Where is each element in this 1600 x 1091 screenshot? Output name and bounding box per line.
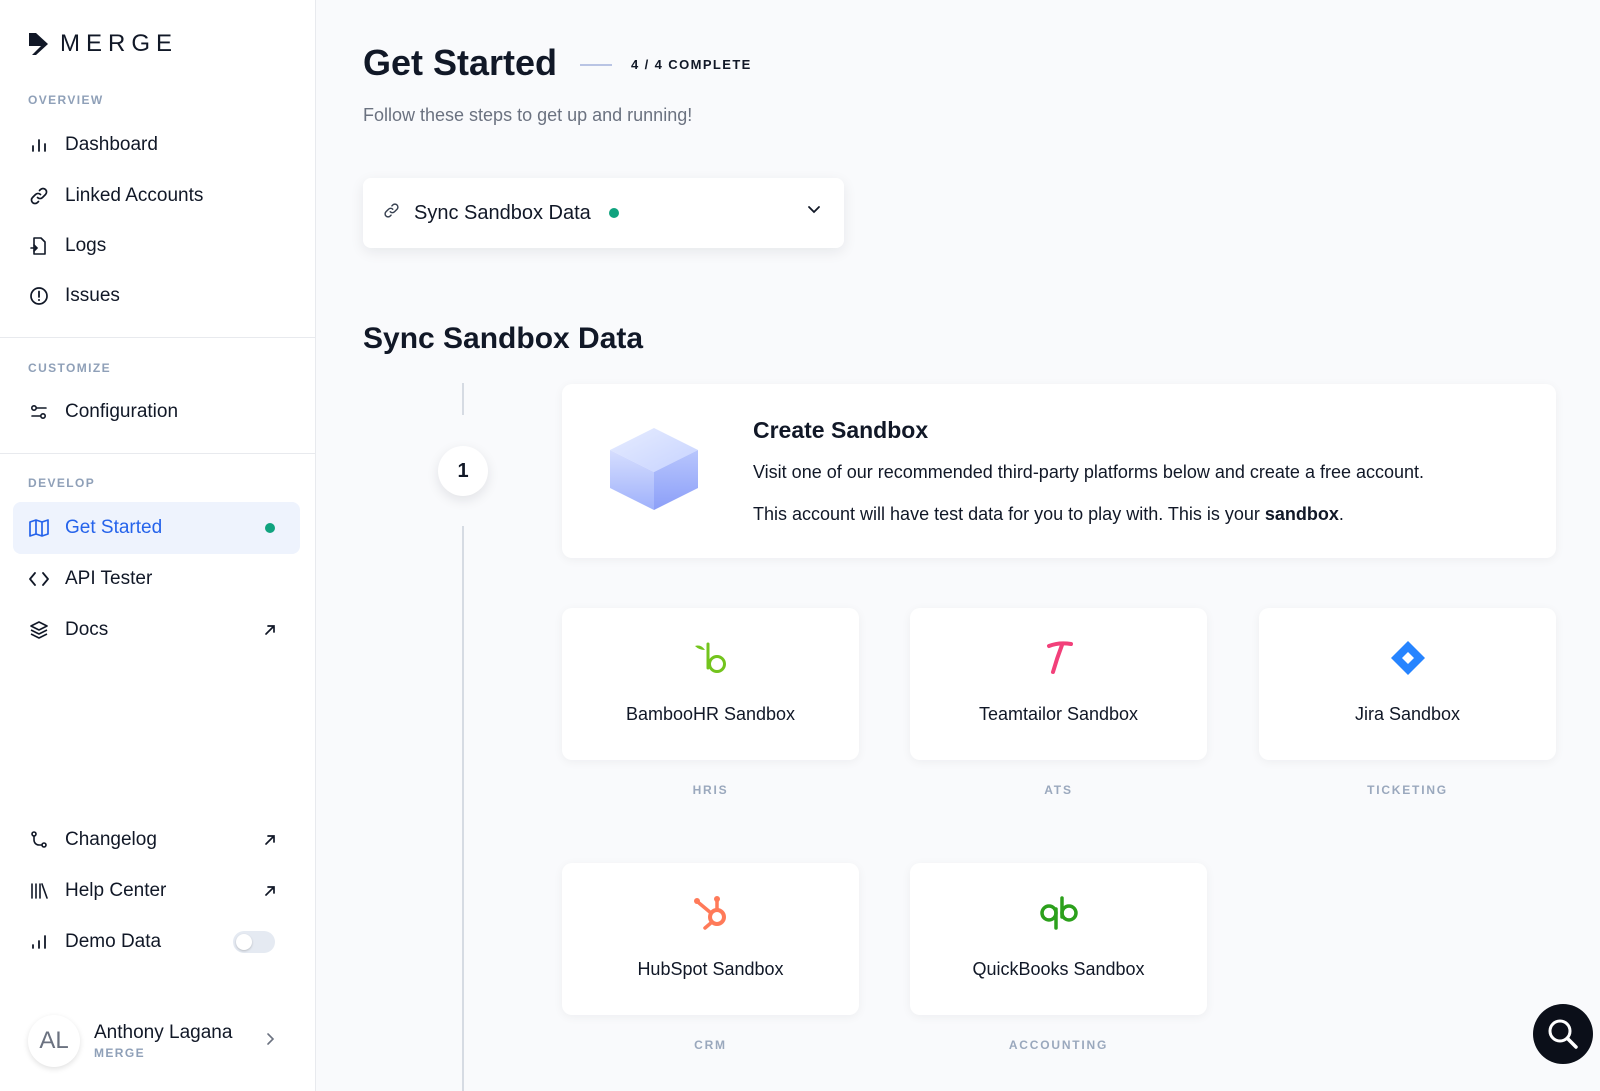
- sandbox-name: Teamtailor Sandbox: [978, 704, 1139, 724]
- library-icon: [28, 880, 50, 902]
- sandbox-name: BambooHR Sandbox: [625, 704, 796, 724]
- create-sandbox-title: Create Sandbox: [753, 417, 929, 443]
- sidebar-item-label: Demo Data: [65, 931, 162, 952]
- sidebar-item-label: Logs: [65, 235, 107, 256]
- section-label-overview: OVERVIEW: [28, 93, 104, 107]
- sidebar-item-docs[interactable]: Docs: [13, 604, 300, 656]
- chevron-right-icon: [264, 1031, 276, 1052]
- user-org: MERGE: [94, 1046, 146, 1060]
- sandbox-category: CRM: [694, 1038, 727, 1052]
- page-title: Get Started: [363, 42, 558, 83]
- sidebar-item-label: Docs: [65, 619, 109, 640]
- create-sandbox-card: Create Sandbox Visit one of our recommen…: [562, 384, 1556, 558]
- page-subtitle: Follow these steps to get up and running…: [363, 105, 693, 125]
- layers-icon: [28, 619, 50, 641]
- sidebar-item-configuration[interactable]: Configuration: [13, 386, 300, 438]
- sidebar-item-label: Changelog: [65, 829, 157, 850]
- sidebar-item-label: Dashboard: [65, 134, 158, 155]
- sandbox-card-jira[interactable]: Jira Sandbox: [1259, 608, 1556, 760]
- user-profile[interactable]: AL Anthony Lagana MERGE: [28, 1014, 288, 1068]
- external-link-icon: [260, 881, 280, 901]
- search-help-button[interactable]: [1533, 1004, 1593, 1064]
- bamboohr-logo-icon: [694, 642, 726, 673]
- quickbooks-logo-icon: [1039, 896, 1078, 930]
- sidebar-item-get-started[interactable]: Get Started: [13, 502, 300, 554]
- sandbox-category: ATS: [1044, 783, 1073, 797]
- search-icon: [1548, 1019, 1578, 1049]
- timeline-line: [462, 383, 464, 415]
- code-icon: [28, 568, 50, 590]
- external-link-icon: [260, 830, 280, 850]
- chevron-down-icon: [806, 203, 822, 221]
- sandbox-category: ACCOUNTING: [1008, 1038, 1109, 1052]
- sliders-icon: [28, 401, 50, 423]
- section-title: Sync Sandbox Data: [363, 322, 644, 355]
- teamtailor-logo-icon: [1046, 641, 1073, 674]
- sidebar-item-label: Configuration: [65, 401, 179, 422]
- bar-chart-icon: [28, 931, 50, 953]
- logs-icon: [28, 235, 50, 257]
- sidebar-item-linked-accounts[interactable]: Linked Accounts: [13, 170, 300, 222]
- sidebar-item-logs[interactable]: Logs: [13, 220, 300, 272]
- sidebar-item-label: API Tester: [65, 568, 153, 589]
- section-label-develop: DEVELOP: [28, 476, 96, 490]
- sandbox-name: QuickBooks Sandbox: [972, 959, 1145, 979]
- hubspot-logo-icon: [693, 896, 726, 930]
- sidebar: MERGE OVERVIEW Dashboard Linked Accounts…: [0, 0, 316, 1091]
- merge-logo-icon: [29, 33, 48, 55]
- sidebar-item-label: Issues: [65, 285, 120, 306]
- sandbox-card-teamtailor[interactable]: Teamtailor Sandbox: [910, 608, 1207, 760]
- sandbox-card-hubspot[interactable]: HubSpot Sandbox: [562, 863, 859, 1015]
- sidebar-item-label: Linked Accounts: [65, 185, 204, 206]
- link-icon: [383, 202, 400, 224]
- create-sandbox-desc-2: This account will have test data for you…: [753, 504, 1344, 524]
- link-icon: [28, 185, 50, 207]
- sidebar-item-label: Help Center: [65, 880, 167, 901]
- progress-status: 4 / 4 COMPLETE: [631, 57, 752, 72]
- create-sandbox-desc: Visit one of our recommended third-party…: [753, 462, 1425, 482]
- sidebar-divider: [0, 453, 316, 454]
- sandbox-name: HubSpot Sandbox: [637, 959, 784, 979]
- merge-logo[interactable]: MERGE: [28, 30, 178, 58]
- step-number: 1: [438, 446, 488, 496]
- sidebar-item-api-tester[interactable]: API Tester: [13, 553, 300, 605]
- sandbox-card-bamboohr[interactable]: BambooHR Sandbox: [562, 608, 859, 760]
- sidebar-item-label: Get Started: [65, 517, 163, 538]
- timeline-line: [462, 526, 464, 1091]
- sidebar-item-dashboard[interactable]: Dashboard: [13, 119, 300, 171]
- demo-data-toggle[interactable]: [233, 931, 275, 953]
- sidebar-item-demo-data: Demo Data: [13, 916, 300, 968]
- avatar: AL: [28, 1015, 80, 1067]
- sandbox-card-quickbooks[interactable]: QuickBooks Sandbox: [910, 863, 1207, 1015]
- sidebar-divider: [0, 337, 316, 338]
- sidebar-item-changelog[interactable]: Changelog: [13, 814, 300, 866]
- title-divider: [580, 64, 612, 66]
- section-label-customize: CUSTOMIZE: [28, 361, 112, 375]
- sandbox-category: HRIS: [692, 783, 729, 797]
- git-branch-icon: [28, 829, 50, 851]
- status-dot: [260, 518, 280, 538]
- cube-icon: [608, 426, 700, 517]
- jira-logo-icon: [1390, 641, 1425, 675]
- sidebar-item-help-center[interactable]: Help Center: [13, 865, 300, 917]
- external-link-icon: [260, 620, 280, 640]
- sandbox-name: Jira Sandbox: [1354, 704, 1461, 724]
- alert-circle-icon: [28, 285, 50, 307]
- step-dropdown-label: Sync Sandbox Data: [414, 201, 591, 224]
- step-dropdown[interactable]: Sync Sandbox Data: [363, 178, 844, 248]
- user-name: Anthony Lagana: [94, 1022, 233, 1043]
- sidebar-item-issues[interactable]: Issues: [13, 270, 300, 322]
- map-icon: [28, 517, 50, 539]
- status-dot: [608, 208, 619, 218]
- brand-name: MERGE: [60, 30, 179, 57]
- sandbox-category: TICKETING: [1367, 783, 1448, 797]
- bar-chart-icon: [28, 134, 50, 156]
